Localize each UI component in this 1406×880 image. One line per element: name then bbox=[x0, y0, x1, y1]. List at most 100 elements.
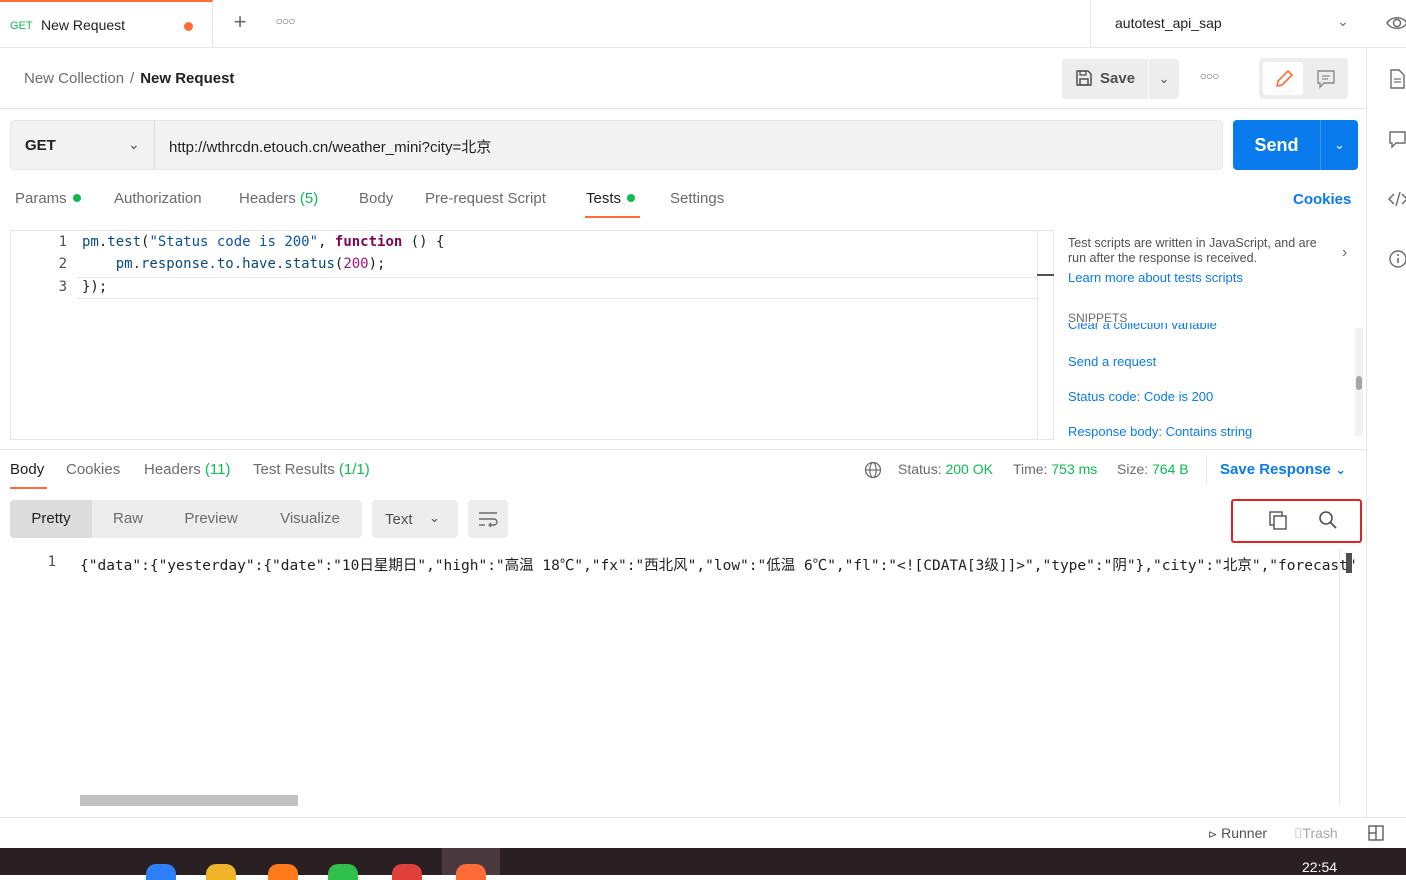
divider bbox=[0, 449, 1366, 450]
search-icon[interactable] bbox=[1316, 508, 1340, 532]
response-body-viewer[interactable]: {"data":{"yesterday":{"date":"10日星期日","h… bbox=[80, 548, 1358, 578]
wrap-lines-icon bbox=[479, 512, 498, 528]
layout-icon[interactable] bbox=[1368, 825, 1384, 841]
save-button[interactable]: Save bbox=[1062, 59, 1148, 99]
response-scrollbar-thumb[interactable] bbox=[1346, 553, 1352, 573]
snippets-scroll-thumb[interactable] bbox=[1356, 376, 1362, 390]
response-vertical-scrollbar[interactable] bbox=[1339, 548, 1340, 806]
annotation-highlight-box bbox=[1231, 499, 1362, 543]
comment-mode-button[interactable] bbox=[1307, 62, 1345, 95]
runner-label: Runner bbox=[1221, 825, 1268, 841]
mode-toggle bbox=[1259, 58, 1348, 99]
code-token: test bbox=[107, 234, 142, 250]
response-tab-headers[interactable]: Headers (11) bbox=[144, 461, 230, 478]
format-label: Text bbox=[385, 511, 413, 528]
chevron-down-icon: ⌄ bbox=[429, 510, 440, 525]
snippet-item[interactable]: Status code: Code is 200 bbox=[1068, 389, 1213, 404]
code-token: ); bbox=[368, 256, 386, 272]
tab-headers[interactable]: Headers (5) bbox=[239, 190, 318, 220]
url-value: http://wthrcdn.etouch.cn/weather_mini?ci… bbox=[169, 139, 492, 156]
comment-icon bbox=[1317, 70, 1335, 89]
taskbar-app-icon[interactable] bbox=[392, 864, 422, 880]
line-number: 3 bbox=[58, 279, 67, 295]
cookies-link[interactable]: Cookies bbox=[1293, 191, 1351, 208]
code-line: }); bbox=[82, 279, 108, 295]
tab-params[interactable]: Params bbox=[15, 190, 81, 220]
right-sidebar bbox=[1366, 48, 1406, 817]
environment-select[interactable]: autotest_api_sap ⌄ bbox=[1090, 0, 1365, 48]
send-button[interactable]: Send bbox=[1233, 120, 1320, 170]
code-token: , bbox=[318, 234, 335, 250]
tab-settings[interactable]: Settings bbox=[670, 190, 724, 220]
code-line: pm.response.to.have.status(200); bbox=[82, 256, 386, 272]
view-visualize-button[interactable]: Visualize bbox=[266, 500, 354, 538]
response-tab-body[interactable]: Body bbox=[10, 461, 44, 478]
divider bbox=[1206, 455, 1207, 485]
chevron-down-icon: ⌄ bbox=[1335, 462, 1346, 477]
snippet-item[interactable]: Send a request bbox=[1068, 354, 1156, 369]
tab-authorization[interactable]: Authorization bbox=[114, 190, 202, 220]
runner-button[interactable]: ⊳ Runner bbox=[1208, 825, 1267, 841]
save-response-label: Save Response bbox=[1220, 461, 1331, 478]
chevron-down-icon: ⌄ bbox=[128, 136, 140, 152]
info-icon[interactable] bbox=[1387, 248, 1406, 270]
status-bar: ⊳ Runner ⌷Trash bbox=[0, 817, 1406, 848]
wrap-lines-button[interactable] bbox=[468, 500, 508, 538]
globe-icon[interactable] bbox=[864, 461, 882, 479]
copy-icon[interactable] bbox=[1266, 508, 1290, 532]
response-tab-test-results[interactable]: Test Results (1/1) bbox=[253, 461, 370, 478]
method-select[interactable]: GET ⌄ bbox=[10, 120, 155, 170]
url-input[interactable]: http://wthrcdn.etouch.cn/weather_mini?ci… bbox=[154, 120, 1223, 170]
tests-code-editor[interactable]: 1 2 3 pm.test("Status code is 200", func… bbox=[10, 230, 1054, 440]
line-number: 2 bbox=[58, 256, 67, 272]
comment-icon[interactable] bbox=[1387, 128, 1406, 150]
more-actions-icon[interactable]: ○○○ bbox=[1196, 69, 1222, 89]
taskbar-clock: 22:54 bbox=[1302, 859, 1338, 875]
format-select[interactable]: Text ⌄ bbox=[372, 500, 458, 538]
snippet-item[interactable]: Clear a collection variable bbox=[1068, 323, 1217, 332]
document-icon[interactable] bbox=[1387, 68, 1406, 90]
play-icon: ⊳ bbox=[1208, 829, 1218, 841]
learn-more-link[interactable]: Learn more about tests scripts bbox=[1068, 270, 1243, 285]
view-preview-button[interactable]: Preview bbox=[170, 500, 252, 538]
tab-pre-request-script[interactable]: Pre-request Script bbox=[425, 190, 546, 220]
chevron-right-icon[interactable]: › bbox=[1342, 244, 1347, 262]
response-horizontal-scrollbar[interactable] bbox=[80, 795, 298, 806]
trash-label: Trash bbox=[1302, 825, 1338, 841]
save-dropdown-button[interactable]: ⌄ bbox=[1149, 59, 1179, 99]
os-taskbar: 22:54 bbox=[0, 848, 1406, 880]
tab-settings-label: Settings bbox=[670, 190, 725, 207]
edit-mode-button[interactable] bbox=[1263, 62, 1303, 95]
editor-scrollbar[interactable] bbox=[1037, 231, 1038, 439]
code-token: () { bbox=[402, 234, 445, 250]
tab-tests-label: Tests bbox=[586, 190, 622, 207]
unsaved-dot bbox=[184, 22, 193, 31]
tab-more-icon[interactable]: ○○○ bbox=[274, 14, 296, 32]
trash-button[interactable]: ⌷Trash bbox=[1294, 825, 1338, 842]
active-tab-indicator bbox=[10, 487, 47, 489]
taskbar-app-icon[interactable] bbox=[328, 864, 358, 880]
save-response-button[interactable]: Save Response ⌄ bbox=[1220, 461, 1346, 478]
postman-app-icon[interactable] bbox=[456, 864, 486, 880]
code-token: .response.to.have.status bbox=[132, 256, 335, 272]
tab-params-label: Params bbox=[15, 190, 67, 207]
tab-authorization-label: Authorization bbox=[114, 190, 202, 207]
taskbar-app-icon[interactable] bbox=[206, 864, 236, 880]
response-tab-cookies[interactable]: Cookies bbox=[66, 461, 120, 478]
new-tab-button[interactable]: + bbox=[228, 10, 252, 36]
time-label: Time: bbox=[1013, 461, 1048, 477]
request-tab[interactable]: GET New Request bbox=[0, 0, 213, 48]
view-pretty-button[interactable]: Pretty bbox=[10, 500, 92, 538]
tab-body-label: Body bbox=[359, 190, 394, 207]
breadcrumb-request[interactable]: New Request bbox=[140, 70, 234, 87]
tab-body[interactable]: Body bbox=[359, 190, 393, 220]
snippet-item[interactable]: Response body: Contains string bbox=[1068, 424, 1252, 439]
view-raw-button[interactable]: Raw bbox=[100, 500, 156, 538]
taskbar-app-icon[interactable] bbox=[146, 864, 176, 880]
taskbar-app-icon[interactable] bbox=[268, 864, 298, 880]
eye-icon[interactable] bbox=[1386, 12, 1406, 34]
code-icon[interactable] bbox=[1387, 188, 1406, 210]
breadcrumb-collection[interactable]: New Collection bbox=[24, 70, 124, 87]
divider bbox=[0, 108, 1366, 109]
send-dropdown-button[interactable]: ⌄ bbox=[1320, 120, 1358, 170]
